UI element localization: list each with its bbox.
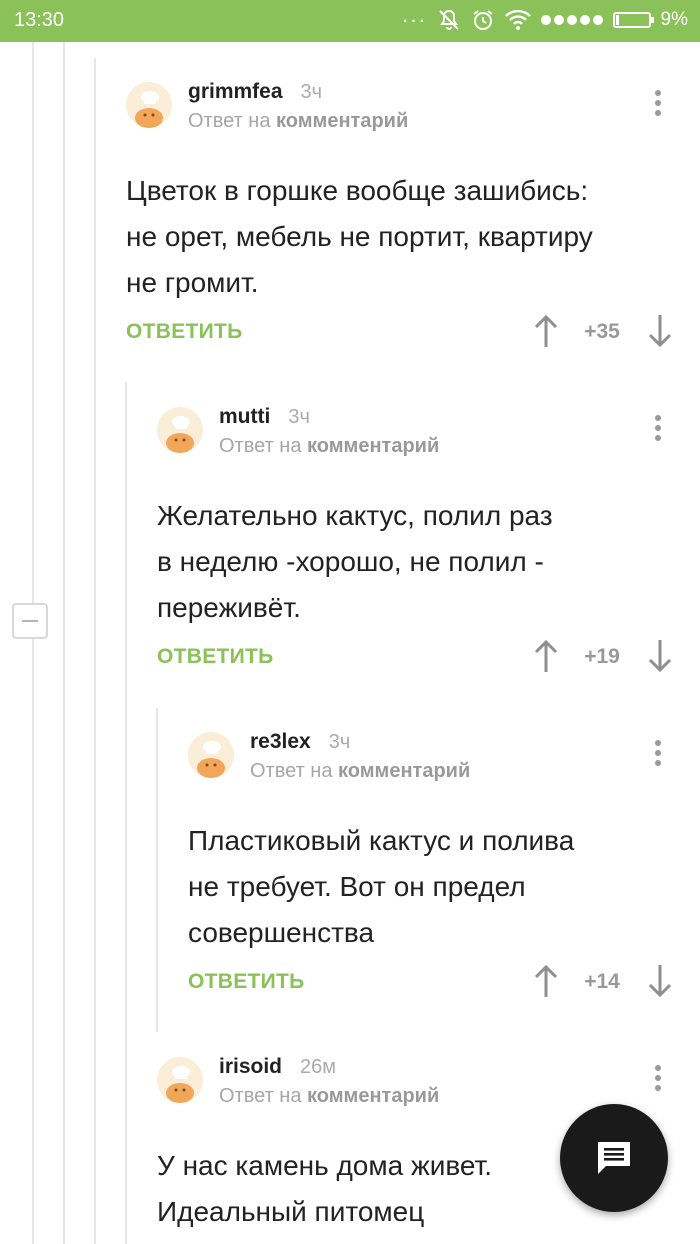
upvote-arrow-icon[interactable] [534, 314, 558, 348]
comment-text-line: совершенства [188, 917, 375, 948]
comment-menu-icon[interactable] [648, 90, 668, 124]
wifi-icon [504, 9, 531, 30]
comment-text: Желательно кактус, полил раз в неделю -х… [157, 493, 686, 631]
dots-icon: ··· [401, 7, 427, 32]
downvote-arrow-icon[interactable] [648, 639, 672, 673]
reply-to-prefix: Ответ на [188, 110, 271, 132]
comment-text-line: не орет, мебель не портит, квартиру [126, 221, 593, 252]
author-name[interactable]: re3lex [250, 730, 311, 753]
upvote-arrow-icon[interactable] [534, 639, 558, 673]
comment-text-line: не громит. [126, 267, 259, 298]
reply-to-prefix: Ответ на [219, 435, 302, 457]
downvote-arrow-icon[interactable] [648, 964, 672, 998]
status-icons: ··· 9% [402, 6, 688, 34]
battery-percent: 9% [660, 9, 688, 30]
comment-menu-icon[interactable] [648, 740, 668, 774]
comment-author[interactable]: mutti 3ч [219, 405, 310, 429]
status-bar: 13:30 ··· 9% [0, 0, 700, 42]
comment-rating: +35 [584, 320, 620, 343]
message-icon [598, 1142, 630, 1174]
comment-text-line: Желательно кактус, полил раз [157, 500, 553, 531]
comment-menu-icon[interactable] [648, 415, 668, 449]
author-name[interactable]: mutti [219, 405, 270, 428]
comment-text-line: в неделю -хорошо, не полил - [157, 546, 544, 577]
comment: re3lex 3ч Ответ на комментарий Пластиковы… [188, 730, 686, 1008]
reply-to-prefix: Ответ на [250, 760, 333, 782]
comment-author[interactable]: grimmfea 3ч [188, 80, 322, 104]
reply-to-prefix: Ответ на [219, 1085, 302, 1107]
collapse-thread-button[interactable] [12, 603, 48, 639]
downvote-arrow-icon[interactable] [648, 314, 672, 348]
avatar[interactable] [188, 732, 234, 778]
comment-text: Пластиковый кактус и полива не требует. … [188, 818, 686, 956]
thread-line [32, 42, 34, 603]
alarm-icon [472, 10, 493, 30]
comment-actions: ОТВЕТИТЬ +35 [126, 312, 686, 358]
comment: mutti 3ч Ответ на комментарий Желательно … [157, 405, 686, 683]
reply-to-line: Ответ на комментарий [219, 1085, 439, 1108]
comment-rating: +19 [584, 645, 620, 668]
reply-to-line: Ответ на комментарий [188, 110, 408, 133]
comment-actions: ОТВЕТИТЬ +14 [188, 962, 686, 1008]
thread-line [63, 42, 65, 1244]
comment-time: 3ч [300, 81, 323, 103]
reply-to-link[interactable]: комментарий [307, 435, 439, 457]
comment-text-line: переживёт. [157, 592, 301, 623]
reply-to-link[interactable]: комментарий [276, 110, 408, 132]
comment-text-line: Пластиковый кактус и полива [188, 825, 575, 856]
comment-time: 3ч [328, 731, 351, 753]
upvote-arrow-icon[interactable] [534, 964, 558, 998]
reply-to-line: Ответ на комментарий [219, 435, 439, 458]
author-name[interactable]: grimmfea [188, 80, 283, 103]
comment-text-line: Цветок в горшке вообще зашибись: [126, 175, 589, 206]
reply-button[interactable]: ОТВЕТИТЬ [126, 320, 243, 344]
signal-icon [540, 15, 603, 25]
reply-to-link[interactable]: комментарий [338, 760, 470, 782]
comment: grimmfea 3ч Ответ на комментарий Цветок в… [126, 80, 686, 358]
comment-rating: +14 [584, 970, 620, 993]
thread-line [32, 639, 34, 1244]
avatar[interactable] [157, 1057, 203, 1103]
author-name[interactable]: irisoid [219, 1055, 282, 1078]
comment-time: 26м [300, 1056, 337, 1078]
thread-line [125, 382, 127, 1244]
thread-line [156, 708, 158, 1032]
comments-fab-button[interactable] [560, 1104, 668, 1212]
avatar[interactable] [157, 407, 203, 453]
status-time: 13:30 [14, 9, 65, 31]
comment-menu-icon[interactable] [648, 1065, 668, 1099]
comment-text-line: не требует. Вот он предел [188, 871, 526, 902]
comment-actions: ОТВЕТИТЬ +19 [157, 637, 686, 683]
comment-author[interactable]: irisoid 26м [219, 1055, 336, 1079]
comment-time: 3ч [288, 406, 310, 428]
reply-to-link[interactable]: комментарий [307, 1085, 439, 1107]
reply-button[interactable]: ОТВЕТИТЬ [188, 970, 305, 994]
thread-line [94, 58, 96, 1244]
reply-to-line: Ответ на комментарий [250, 760, 470, 783]
comment-text: Цветок в горшке вообще зашибись: не орет… [126, 168, 686, 306]
reply-button[interactable]: ОТВЕТИТЬ [157, 645, 274, 669]
avatar[interactable] [126, 82, 172, 128]
battery-icon [612, 12, 654, 28]
mute-icon [438, 9, 459, 30]
comment-author[interactable]: re3lex 3ч [250, 730, 350, 754]
